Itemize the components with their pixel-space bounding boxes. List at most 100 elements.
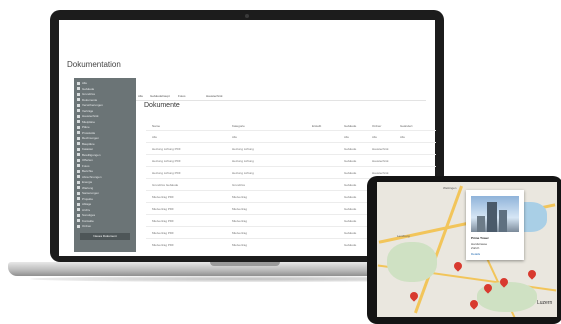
page-title: Dokumentation	[67, 60, 121, 69]
sidebar-item[interactable]: Grundriss	[77, 92, 133, 96]
sidebar-item[interactable]: Protokolle	[77, 131, 133, 135]
sidebar-item[interactable]: Projekte	[77, 197, 133, 201]
filter-chip[interactable]: Haustechnik	[206, 93, 223, 99]
column-header[interactable]: Gebäude	[344, 124, 356, 128]
sidebar-item-label: Ablage	[82, 202, 92, 206]
checkbox-icon	[77, 219, 80, 222]
sidebar-item-label: Mietpläne	[82, 119, 96, 124]
sidebar-item-label: Gebäude	[82, 86, 95, 91]
table-cell: Mietvertrag	[232, 243, 248, 247]
sidebar-item[interactable]: Fotos	[77, 164, 133, 168]
checkbox-icon	[77, 175, 80, 178]
sidebar-item[interactable]: Abrechnungen	[77, 175, 133, 179]
sidebar-item[interactable]: Wartung	[77, 186, 133, 190]
column-header[interactable]: Erstellt	[312, 124, 321, 128]
column-header[interactable]: Ordner	[372, 124, 381, 128]
table-cell: Gebäude	[344, 171, 357, 175]
checkbox-icon	[77, 153, 80, 156]
sidebar-item-label: Offerten	[82, 158, 93, 162]
table-cell: Alle	[152, 135, 158, 139]
sidebar-item[interactable]: Gebäude	[77, 87, 133, 91]
checkbox-icon	[77, 197, 80, 200]
map-city-label: Wettingen	[443, 186, 457, 190]
sidebar-item-label: Haustechnik	[82, 114, 99, 118]
sidebar: Ordner Kontakte Sonstiges Archiv Ablage Proje…	[74, 78, 136, 252]
sidebar-item[interactable]: Mietpläne	[77, 120, 133, 124]
sidebar-item[interactable]: Sonstiges	[77, 213, 133, 217]
column-header[interactable]: Kategorie	[232, 124, 245, 128]
sidebar-item-label: Verträge	[82, 108, 94, 113]
table-cell: Gebäude	[344, 195, 357, 199]
table-cell: Gebäude	[344, 147, 357, 151]
sidebar-item[interactable]: Sanierungen	[77, 191, 133, 195]
sidebar-item[interactable]: Alle	[77, 81, 133, 85]
table-cell: Gebäude	[344, 243, 357, 247]
sidebar-item[interactable]: Energie	[77, 180, 133, 184]
checkbox-icon	[77, 98, 80, 101]
checkbox-icon	[77, 202, 80, 206]
laptop-notch	[210, 262, 280, 266]
sidebar-item[interactable]: Baupläne	[77, 142, 133, 146]
table-cell: Mietvertrag PDF	[152, 219, 174, 223]
sidebar-item[interactable]: Kontakte	[77, 219, 133, 223]
sidebar-item[interactable]: Offerten	[77, 158, 133, 162]
sidebar-item[interactable]: Bewilligungen	[77, 153, 133, 157]
sidebar-item[interactable]: Haustechnik	[77, 114, 133, 118]
table-cell: Alle	[344, 135, 350, 139]
sidebar-item[interactable]: Kataster	[77, 147, 133, 151]
checkbox-icon	[77, 224, 80, 228]
table-cell: Gebäude	[344, 183, 357, 187]
checkbox-icon	[77, 81, 80, 85]
table-cell: Gebäude	[344, 231, 357, 235]
building-photo	[471, 196, 519, 232]
table-cell: Mietvertrag PDF	[152, 243, 174, 247]
sidebar-item-label: Archiv	[82, 207, 91, 212]
table-cell: Mietvertrag	[232, 231, 248, 235]
table-cell: Grundriss	[232, 183, 246, 187]
map-popup[interactable]: Prime Tower Hardstrasse Zürich Details	[466, 190, 524, 260]
table-cell: Alle	[372, 135, 378, 139]
checkbox-icon	[77, 164, 80, 167]
table-cell: Alle	[400, 135, 406, 139]
filter-chip[interactable]: Gebäudehaupt	[150, 93, 170, 99]
sidebar-item[interactable]: Rechnungen	[77, 136, 133, 140]
table-cell: Mietvertrag PDF	[152, 231, 174, 235]
sidebar-item-label: Rechnungen	[82, 136, 100, 140]
sidebar-item[interactable]: Verträge	[77, 109, 133, 113]
sidebar-item[interactable]: Dokumente	[77, 98, 133, 102]
checkbox-icon	[77, 131, 80, 134]
sidebar-item[interactable]: Versicherungen	[77, 103, 133, 107]
checkbox-icon	[77, 208, 80, 211]
sidebar-item-label: Abrechnungen	[82, 174, 102, 179]
checkbox-icon	[77, 191, 80, 195]
table-cell: Heizung Lüftung PDF	[152, 171, 181, 175]
new-document-button[interactable]: Neues Dokument	[80, 233, 130, 240]
checkbox-icon	[77, 142, 80, 145]
table-cell: Gebäude	[344, 219, 357, 223]
filter-chip[interactable]: Fotos	[178, 93, 186, 99]
table-cell: Mietvertrag PDF	[152, 207, 174, 211]
checkbox-icon	[77, 109, 80, 112]
column-header[interactable]: Name	[152, 124, 160, 128]
filter-chip[interactable]: Alle	[138, 93, 143, 99]
table-cell: Haustechnik	[372, 159, 389, 163]
sidebar-item-label: Pläne	[82, 125, 90, 129]
sidebar-item[interactable]: Archiv	[77, 208, 133, 212]
sidebar-item-label: Kataster	[82, 147, 94, 151]
sidebar-item[interactable]: Ordner	[77, 224, 133, 228]
popup-link[interactable]: Details	[471, 252, 480, 256]
table-cell: Mietvertrag	[232, 207, 248, 211]
table-cell: Gebäude	[344, 207, 357, 211]
popup-title: Prime Tower	[471, 236, 489, 240]
table-cell: Heizung Lüftung	[232, 147, 254, 151]
sidebar-item-label: Projekte	[82, 196, 94, 201]
sidebar-item-label: Dokumente	[82, 97, 98, 102]
sidebar-item-label: Alle	[82, 81, 88, 85]
table-cell: Haustechnik	[372, 147, 389, 151]
column-header[interactable]: Geändert	[400, 124, 413, 128]
checkbox-icon	[77, 114, 80, 118]
sidebar-item[interactable]: Pläne	[77, 125, 133, 129]
sidebar-item[interactable]: Ablage	[77, 202, 133, 206]
checkbox-icon	[77, 180, 80, 184]
sidebar-item[interactable]: Berichte	[77, 169, 133, 173]
